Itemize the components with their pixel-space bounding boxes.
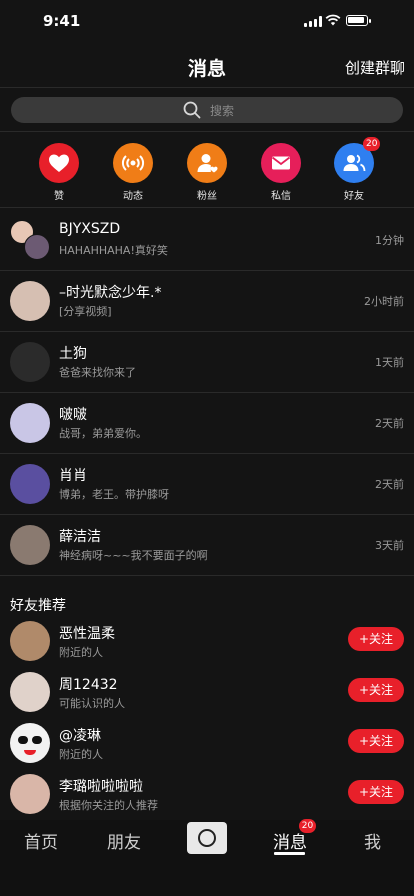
quick-action-label: 赞 xyxy=(54,191,64,202)
follow-button[interactable]: +关注 xyxy=(348,729,404,753)
message-time: 3天前 xyxy=(375,539,404,552)
cellular-signal-icon xyxy=(304,16,322,27)
create-button[interactable] xyxy=(187,822,227,854)
message-time: 2天前 xyxy=(375,478,404,491)
status-time: 9:41 xyxy=(43,12,81,30)
message-time: 2小时前 xyxy=(364,295,404,308)
quick-action-label: 粉丝 xyxy=(197,191,217,202)
message-row[interactable]: –时光默念少年.* [分享视频] 2小时前 xyxy=(0,270,414,332)
quick-action-activity[interactable]: 动态 xyxy=(103,143,163,203)
header: 消息 创建群聊 xyxy=(0,44,414,88)
group-avatar xyxy=(10,220,50,260)
search-bar: 搜索 xyxy=(0,88,414,132)
messages-badge: 20 xyxy=(299,819,316,833)
recommend-name: 李璐啦啦啦啦 xyxy=(59,779,143,795)
recommend-reason: 附近的人 xyxy=(59,748,103,761)
avatar xyxy=(10,723,50,763)
avatar xyxy=(10,774,50,814)
avatar xyxy=(10,281,50,321)
message-preview: [分享视频] xyxy=(59,305,112,318)
message-name: 肖肖 xyxy=(59,468,87,484)
message-preview: HAHAHHAHA!真好笑 xyxy=(59,244,168,257)
message-time: 1分钟 xyxy=(375,234,404,247)
follow-button[interactable]: +关注 xyxy=(348,780,404,804)
message-preview: 战哥，弟弟爱你。 xyxy=(59,427,147,440)
section-title-recommend: 好友推荐 xyxy=(10,598,66,614)
message-row[interactable]: 啵啵 战哥，弟弟爱你。 2天前 xyxy=(0,392,414,454)
avatar xyxy=(10,403,50,443)
search-input[interactable]: 搜索 xyxy=(11,97,403,123)
avatar xyxy=(10,621,50,661)
broadcast-icon xyxy=(113,143,153,183)
quick-actions: 赞 动态 粉丝 私信 20 好友 xyxy=(0,133,414,208)
battery-icon xyxy=(346,15,371,26)
quick-action-direct-messages[interactable]: 私信 xyxy=(251,143,311,203)
message-name: 啵啵 xyxy=(59,407,87,423)
search-placeholder: 搜索 xyxy=(210,104,235,118)
status-bar: 9:41 xyxy=(0,0,414,44)
follow-button[interactable]: +关注 xyxy=(348,678,404,702)
message-row[interactable]: 薛洁洁 神经病呀~~~我不要面子的啊 3天前 xyxy=(0,514,414,576)
follow-button[interactable]: +关注 xyxy=(348,627,404,651)
avatar xyxy=(10,464,50,504)
recommend-row[interactable]: 周12432 可能认识的人 +关注 xyxy=(0,669,414,720)
recommend-reason: 附近的人 xyxy=(59,646,103,659)
quick-action-label: 动态 xyxy=(123,191,143,202)
quick-action-likes[interactable]: 赞 xyxy=(29,143,89,203)
friends-badge: 20 xyxy=(363,137,381,151)
quick-action-fans[interactable]: 粉丝 xyxy=(177,143,237,203)
message-name: 土狗 xyxy=(59,346,87,362)
avatar xyxy=(10,342,50,382)
message-preview: 博弟，老王。带护膝呀 xyxy=(59,488,169,501)
avatar xyxy=(10,672,50,712)
message-name: –时光默念少年.* xyxy=(59,285,162,301)
active-tab-indicator xyxy=(274,852,305,855)
recommend-name: 周12432 xyxy=(59,677,118,693)
avatar xyxy=(10,525,50,565)
message-time: 2天前 xyxy=(375,417,404,430)
recommend-name: 恶性温柔 xyxy=(59,626,115,642)
tab-friends[interactable]: 朋友 xyxy=(107,828,141,853)
wifi-icon xyxy=(325,14,341,26)
recommend-name: @凌琳 xyxy=(59,728,101,744)
message-row[interactable]: 肖肖 博弟，老王。带护膝呀 2天前 xyxy=(0,453,414,515)
message-row[interactable]: BJYXSZD HAHAHHAHA!真好笑 1分钟 xyxy=(0,209,414,271)
quick-action-label: 私信 xyxy=(271,191,291,202)
message-name: BJYXSZD xyxy=(59,221,121,237)
tab-me[interactable]: 我 xyxy=(364,828,381,853)
search-icon xyxy=(183,101,201,119)
tab-home[interactable]: 首页 xyxy=(24,828,58,853)
quick-action-label: 好友 xyxy=(344,191,364,202)
message-row[interactable]: 土狗 爸爸来找你来了 1天前 xyxy=(0,331,414,393)
record-icon xyxy=(198,829,216,847)
create-group-chat-button[interactable]: 创建群聊 xyxy=(345,57,405,78)
recommend-reason: 可能认识的人 xyxy=(59,697,125,710)
message-preview: 神经病呀~~~我不要面子的啊 xyxy=(59,549,208,562)
tab-bar: 首页 朋友 消息 20 我 xyxy=(0,819,414,896)
recommend-row[interactable]: 恶性温柔 附近的人 +关注 xyxy=(0,618,414,669)
message-name: 薛洁洁 xyxy=(59,529,101,545)
message-time: 1天前 xyxy=(375,356,404,369)
recommend-reason: 根据你关注的人推荐 xyxy=(59,799,158,812)
heart-icon xyxy=(39,143,79,183)
recommend-row[interactable]: @凌琳 附近的人 +关注 xyxy=(0,720,414,771)
message-preview: 爸爸来找你来了 xyxy=(59,366,136,379)
quick-action-friends[interactable]: 20 好友 xyxy=(324,137,384,203)
mail-icon xyxy=(261,143,301,183)
recommend-row[interactable]: 李璐啦啦啦啦 根据你关注的人推荐 +关注 xyxy=(0,771,414,822)
fan-user-icon xyxy=(187,143,227,183)
